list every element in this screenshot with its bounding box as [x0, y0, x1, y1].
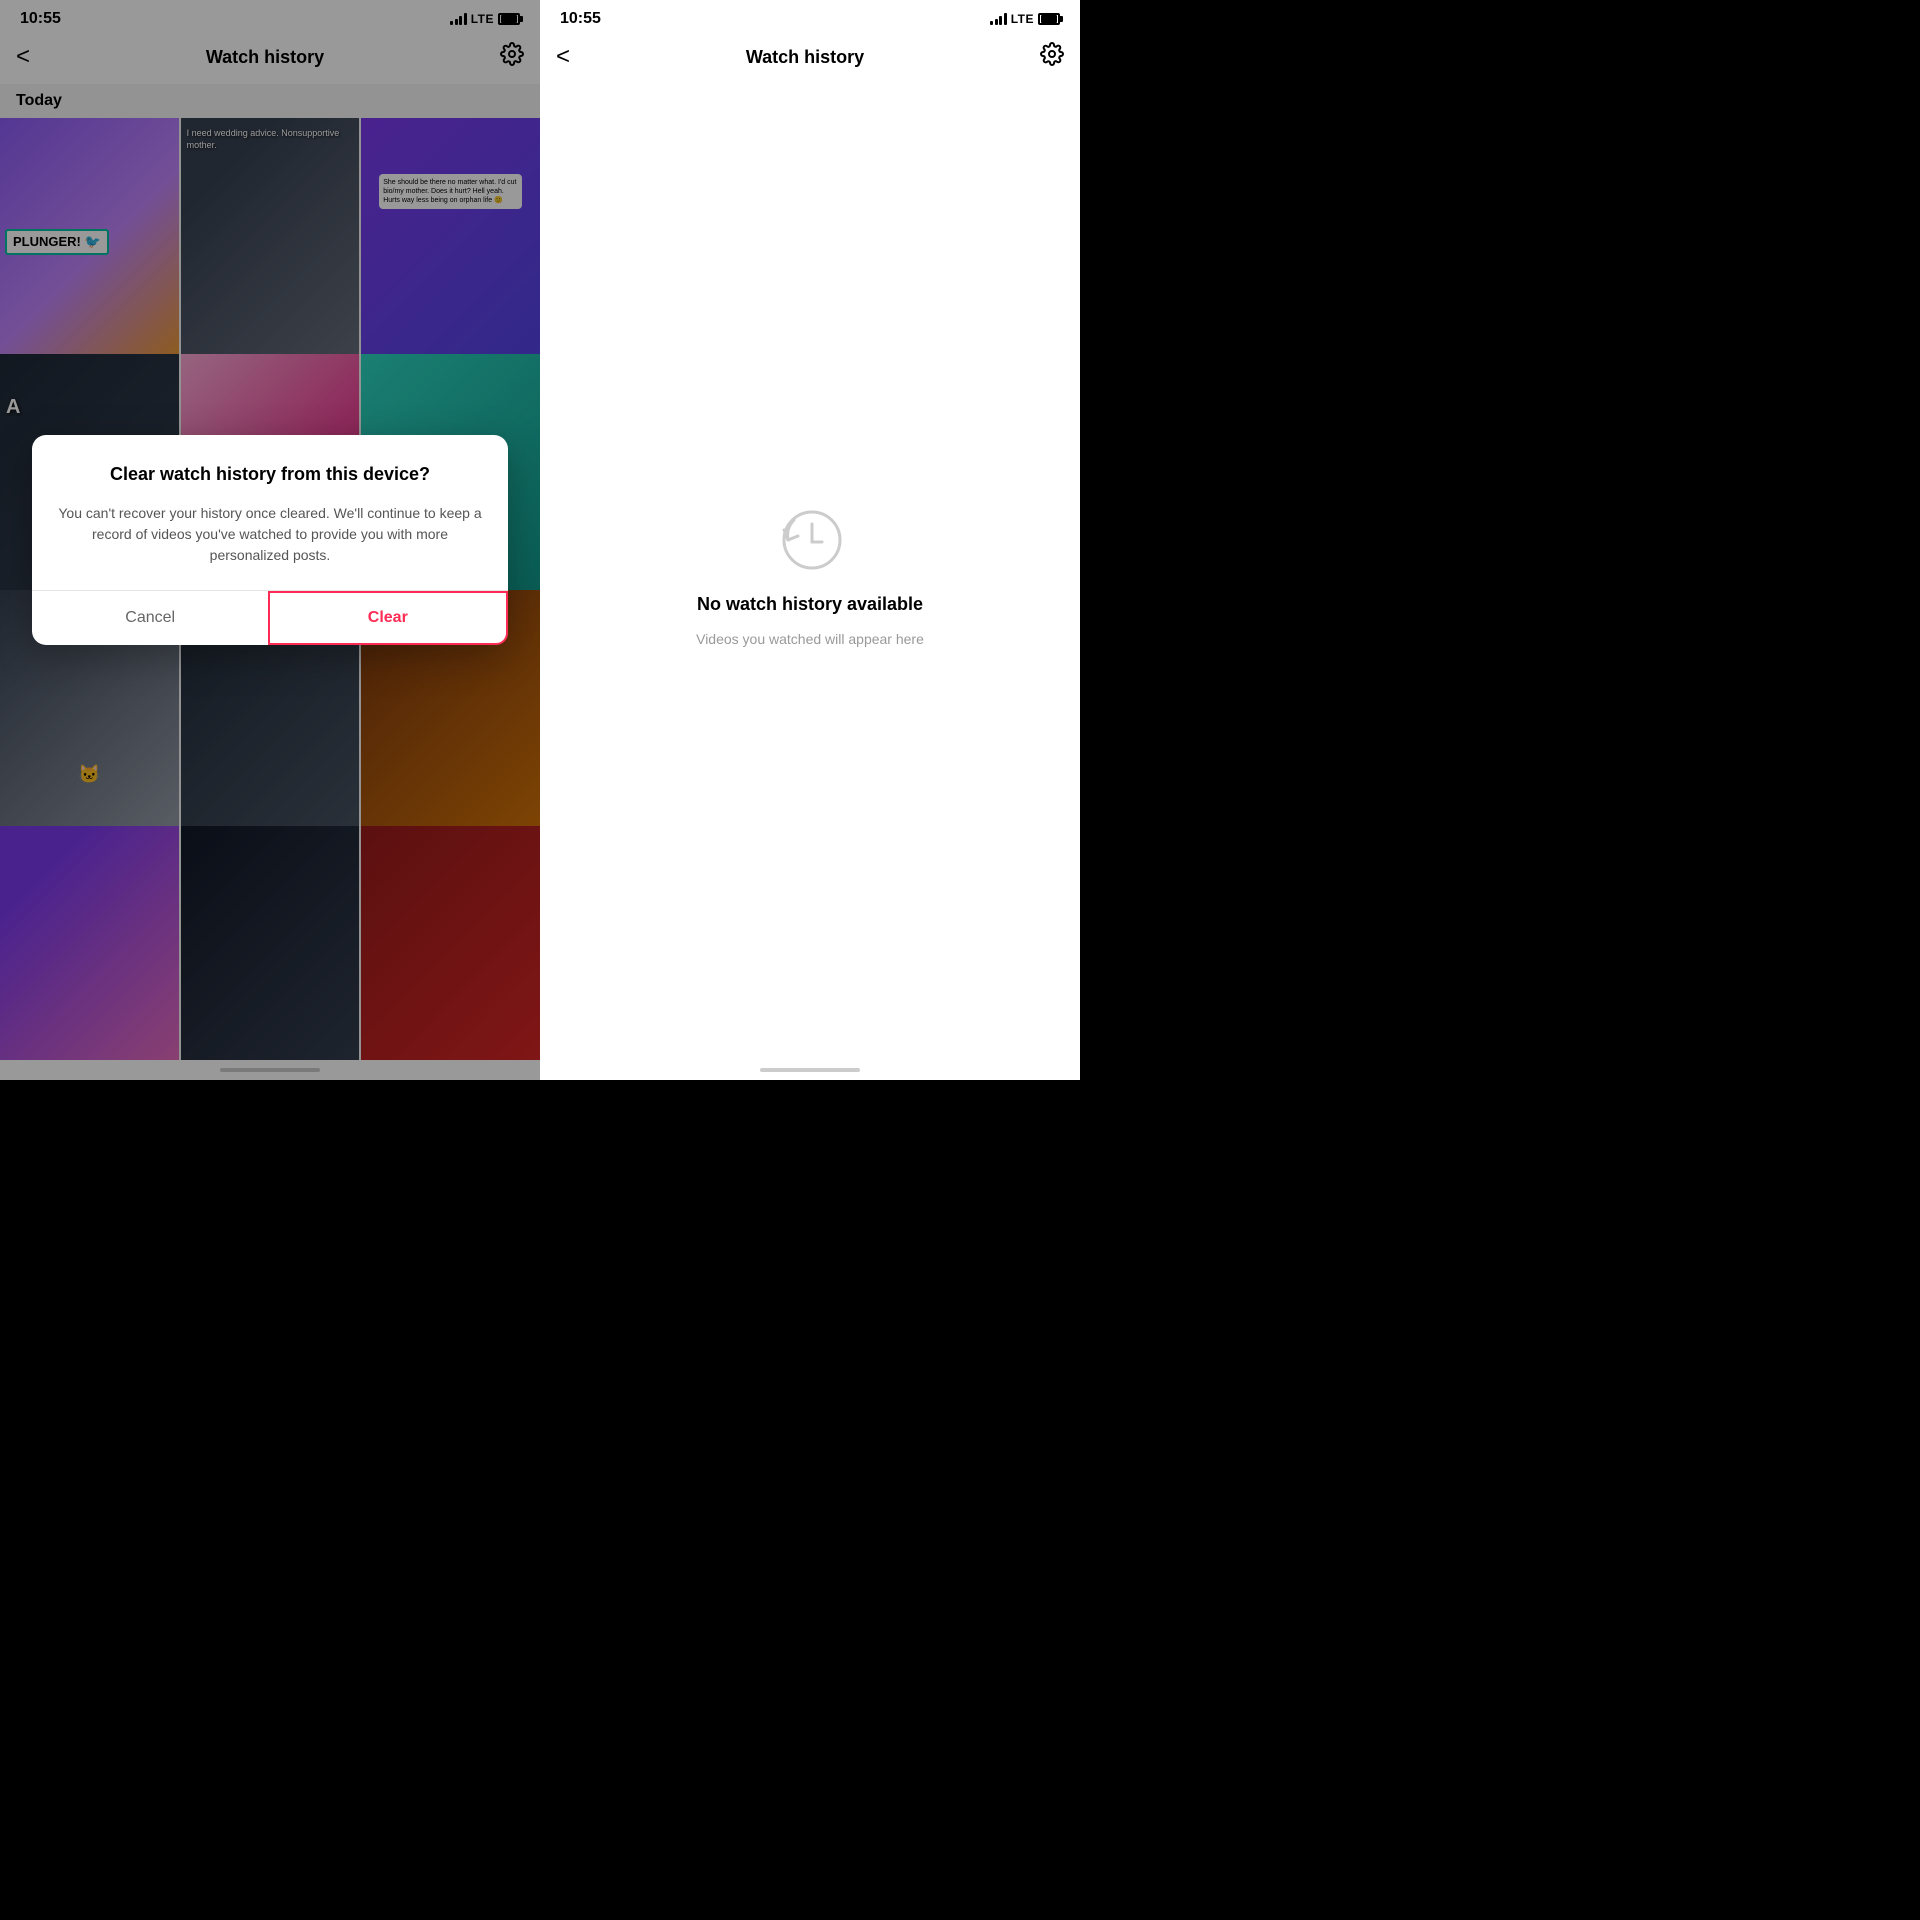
right-nav-bar: < Watch history — [540, 34, 1080, 84]
right-phone: 10:55 LTE < Watch history — [540, 0, 1080, 1080]
history-icon — [770, 498, 850, 578]
right-status-icons: LTE — [990, 12, 1060, 26]
right-back-button[interactable]: < — [556, 43, 570, 71]
lte-label-right: LTE — [1011, 12, 1034, 26]
empty-state-subtitle: Videos you watched will appear here — [696, 631, 924, 647]
right-home-bar — [760, 1068, 860, 1072]
left-phone: 10:55 LTE < Watch history Today — [0, 0, 540, 1080]
clear-history-dialog: Clear watch history from this device? Yo… — [32, 435, 507, 644]
battery-right — [1038, 13, 1060, 25]
empty-state-title: No watch history available — [697, 594, 923, 615]
right-settings-button[interactable] — [1040, 42, 1064, 72]
clear-button[interactable]: Clear — [268, 591, 508, 645]
empty-state: No watch history available Videos you wa… — [540, 84, 1080, 1060]
dialog-buttons: Cancel Clear — [32, 590, 507, 645]
dialog-title: Clear watch history from this device? — [52, 463, 487, 486]
dialog-body: You can't recover your history once clea… — [52, 503, 487, 566]
right-status-bar: 10:55 LTE — [540, 0, 1080, 34]
right-home-indicator — [540, 1060, 1080, 1080]
right-time: 10:55 — [560, 10, 601, 28]
signal-bars-right — [990, 13, 1007, 25]
cancel-button[interactable]: Cancel — [32, 591, 268, 645]
dialog-overlay: Clear watch history from this device? Yo… — [0, 0, 540, 1080]
right-page-title: Watch history — [746, 47, 864, 68]
